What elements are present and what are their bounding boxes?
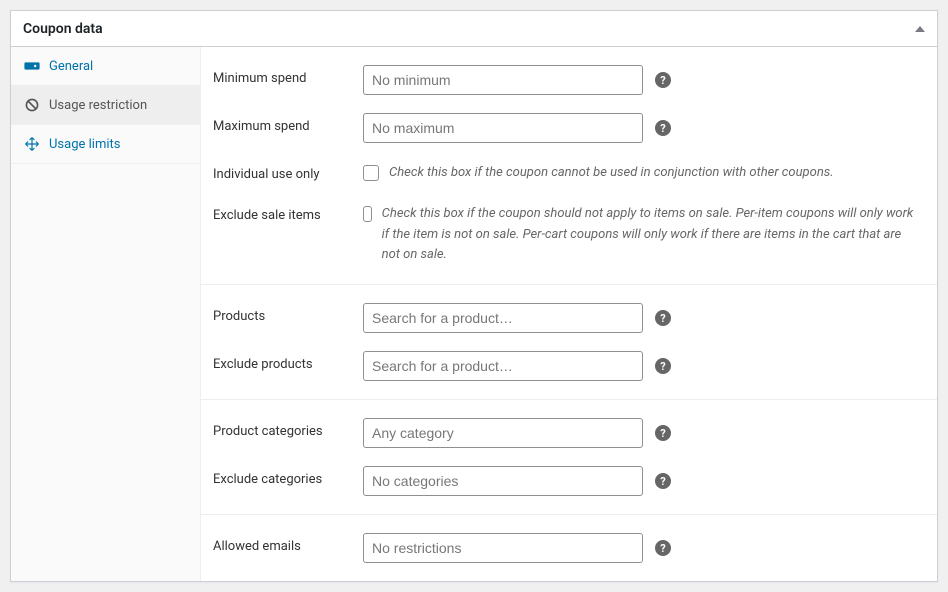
coupon-data-panel: Coupon data General — [10, 10, 938, 582]
ticket-icon — [23, 57, 41, 75]
panel-content: Minimum spend ? Maximum spend ? — [201, 47, 937, 581]
products-label: Products — [213, 303, 363, 324]
help-icon[interactable]: ? — [655, 72, 671, 88]
collapse-toggle-icon[interactable] — [915, 26, 925, 32]
exclude-products-label: Exclude products — [213, 351, 363, 372]
help-icon[interactable]: ? — [655, 310, 671, 326]
ban-icon — [23, 96, 41, 114]
row-exclude-categories: Exclude categories ? — [213, 457, 917, 505]
help-icon[interactable]: ? — [655, 473, 671, 489]
tab-usage-restriction[interactable]: Usage restriction — [11, 86, 200, 125]
minimum-spend-input[interactable] — [363, 65, 643, 95]
individual-use-checkbox[interactable] — [363, 165, 379, 181]
section-emails: Allowed emails ? — [201, 515, 937, 581]
help-icon[interactable]: ? — [655, 358, 671, 374]
exclude-products-input[interactable] — [363, 351, 643, 381]
row-allowed-emails: Allowed emails ? — [213, 524, 917, 572]
allowed-emails-label: Allowed emails — [213, 533, 363, 554]
sidebar-tabs: General Usage restriction — [11, 47, 201, 581]
products-input[interactable] — [363, 303, 643, 333]
individual-use-description: Check this box if the coupon cannot be u… — [389, 161, 834, 184]
exclude-categories-label: Exclude categories — [213, 466, 363, 487]
row-exclude-products: Exclude products ? — [213, 342, 917, 390]
help-icon[interactable]: ? — [655, 540, 671, 556]
exclude-sale-checkbox[interactable] — [363, 206, 372, 222]
section-categories: Product categories ? Exclude categories … — [201, 400, 937, 515]
section-products: Products ? Exclude products ? — [201, 285, 937, 400]
help-icon[interactable]: ? — [655, 425, 671, 441]
tab-usage-limits-label: Usage limits — [49, 137, 120, 152]
product-categories-input[interactable] — [363, 418, 643, 448]
help-icon[interactable]: ? — [655, 120, 671, 136]
section-spend-limits: Minimum spend ? Maximum spend ? — [201, 47, 937, 285]
panel-header: Coupon data — [11, 11, 937, 47]
product-categories-label: Product categories — [213, 418, 363, 439]
minimum-spend-label: Minimum spend — [213, 65, 363, 86]
tab-usage-limits[interactable]: Usage limits — [11, 125, 200, 164]
row-products: Products ? — [213, 294, 917, 342]
row-exclude-sale: Exclude sale items Check this box if the… — [213, 193, 917, 275]
row-maximum-spend: Maximum spend ? — [213, 104, 917, 152]
move-icon — [23, 135, 41, 153]
row-individual-use: Individual use only Check this box if th… — [213, 152, 917, 193]
panel-title: Coupon data — [23, 21, 103, 37]
tab-usage-restriction-label: Usage restriction — [49, 98, 147, 113]
allowed-emails-input[interactable] — [363, 533, 643, 563]
exclude-sale-label: Exclude sale items — [213, 202, 363, 223]
row-product-categories: Product categories ? — [213, 409, 917, 457]
exclude-sale-description: Check this box if the coupon should not … — [382, 202, 917, 266]
panel-body: General Usage restriction — [11, 47, 937, 581]
maximum-spend-label: Maximum spend — [213, 113, 363, 134]
tab-general-label: General — [49, 59, 93, 74]
maximum-spend-input[interactable] — [363, 113, 643, 143]
exclude-categories-input[interactable] — [363, 466, 643, 496]
row-minimum-spend: Minimum spend ? — [213, 56, 917, 104]
individual-use-label: Individual use only — [213, 161, 363, 182]
tab-general[interactable]: General — [11, 47, 200, 86]
